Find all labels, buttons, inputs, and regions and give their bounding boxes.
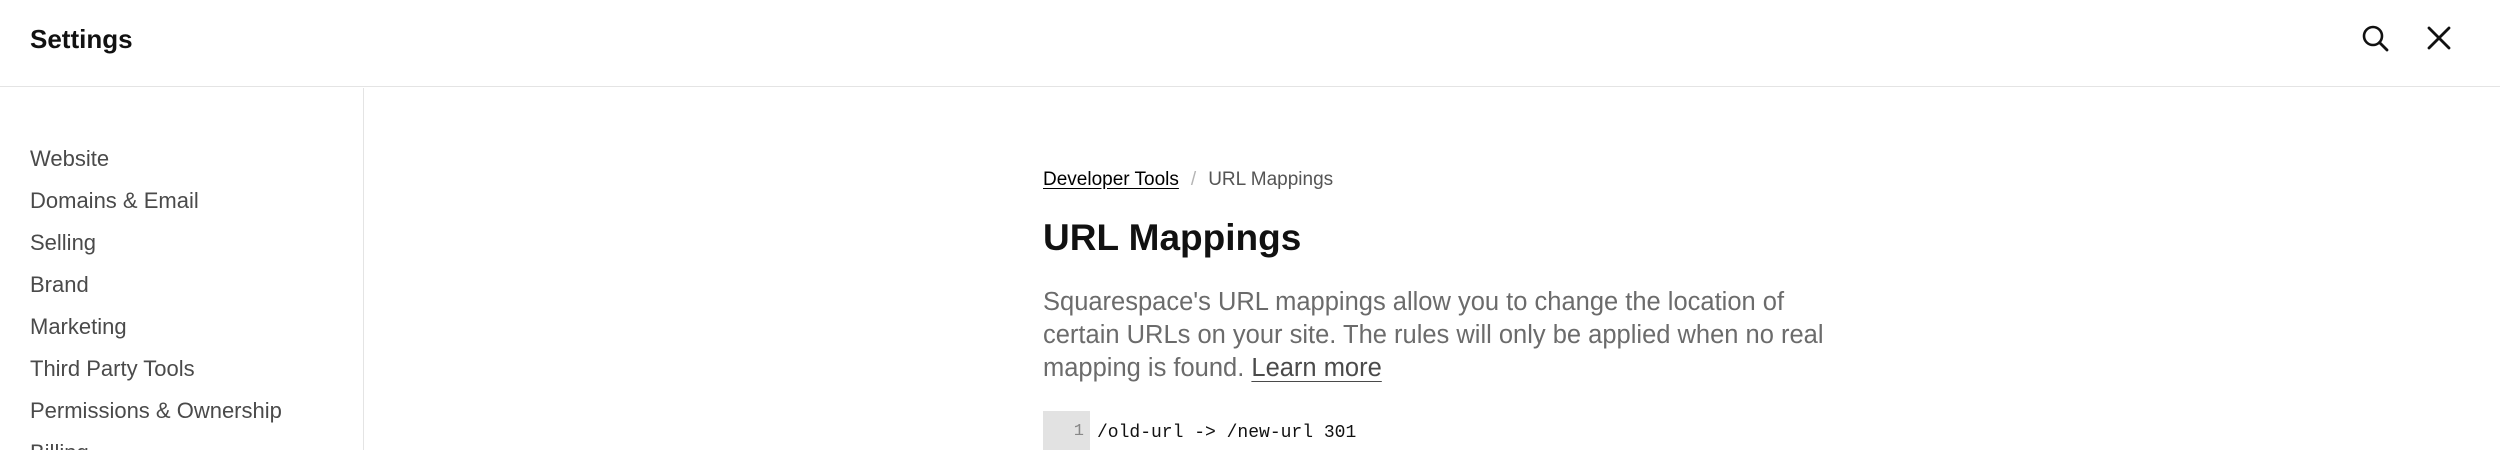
sidebar-item-selling[interactable]: Selling — [30, 228, 96, 258]
sidebar-item-brand[interactable]: Brand — [30, 270, 89, 300]
settings-sidebar: Website Domains & Email Selling Brand Ma… — [0, 88, 364, 450]
search-button[interactable] — [2357, 20, 2393, 56]
close-icon — [2427, 26, 2451, 50]
breadcrumb: Developer Tools / URL Mappings — [1043, 168, 1333, 192]
url-mappings-editor[interactable]: 1 /old-url -> /new-url 301 — [1043, 411, 1843, 450]
code-line[interactable]: /old-url -> /new-url 301 — [1090, 411, 1356, 450]
search-icon — [2362, 25, 2389, 52]
page-title-settings: Settings — [30, 24, 133, 54]
sidebar-item-website[interactable]: Website — [30, 144, 109, 174]
breadcrumb-separator: / — [1190, 169, 1197, 190]
page-description: Squarespace's URL mappings allow you to … — [1043, 286, 1843, 385]
line-number: 1 — [1043, 411, 1090, 450]
sidebar-item-marketing[interactable]: Marketing — [30, 312, 127, 342]
description-text: Squarespace's URL mappings allow you to … — [1043, 288, 1824, 382]
breadcrumb-current: URL Mappings — [1208, 169, 1334, 190]
breadcrumb-developer-tools[interactable]: Developer Tools — [1043, 168, 1179, 192]
main-content: Developer Tools / URL Mappings URL Mappi… — [365, 88, 2500, 450]
sidebar-item-third-party-tools[interactable]: Third Party Tools — [30, 354, 195, 384]
sidebar-item-permissions-ownership[interactable]: Permissions & Ownership — [30, 396, 282, 426]
learn-more-link[interactable]: Learn more — [1251, 354, 1381, 382]
page-title: URL Mappings — [1043, 217, 1302, 258]
sidebar-item-domains-email[interactable]: Domains & Email — [30, 186, 199, 216]
sidebar-item-billing[interactable]: Billing — [30, 438, 89, 450]
top-bar: Settings — [0, 0, 2500, 87]
close-button[interactable] — [2421, 20, 2457, 56]
